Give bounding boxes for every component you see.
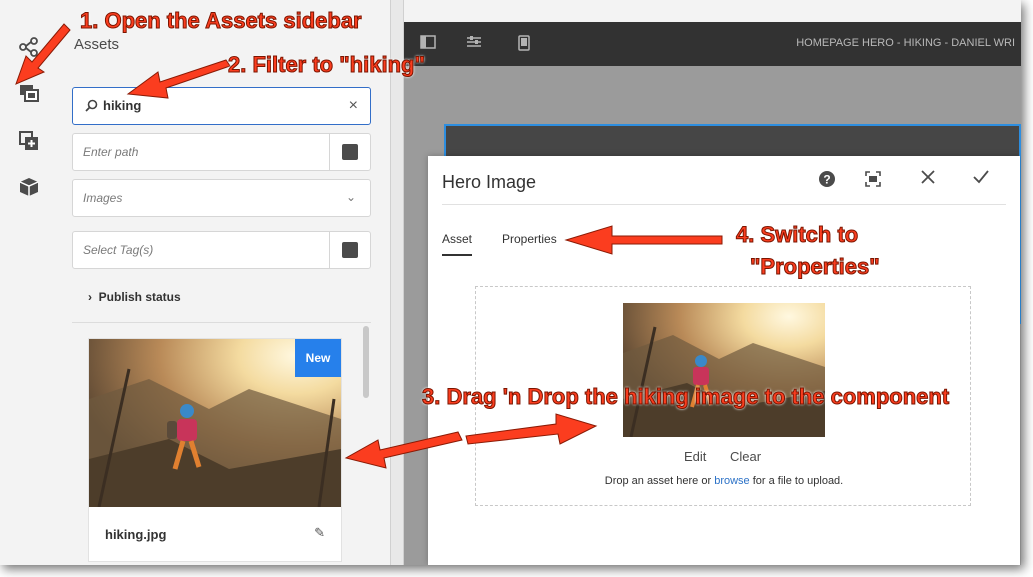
editor-toolbar: HOMEPAGE HERO - HIKING - DANIEL WRI bbox=[404, 22, 1021, 66]
dialog-header-divider bbox=[442, 204, 1006, 205]
annotation-step2: 2. Filter to "hiking" bbox=[228, 52, 426, 78]
hero-image-dialog: Hero Image ? Asset Properties Edit Clear… bbox=[428, 156, 1020, 565]
clear-image-button[interactable]: Clear bbox=[730, 449, 761, 464]
tab-properties[interactable]: Properties bbox=[502, 232, 557, 246]
side-rail bbox=[0, 0, 59, 565]
app-frame: Assets hiking × Enter path Images ⌄ Sele… bbox=[0, 0, 1021, 565]
page-title: HOMEPAGE HERO - HIKING - DANIEL WRI bbox=[796, 37, 1015, 49]
drop-hint-text-end: for a file to upload. bbox=[749, 475, 844, 487]
path-field[interactable]: Enter path bbox=[72, 133, 371, 171]
close-icon[interactable] bbox=[920, 169, 936, 190]
publish-status-label: Publish status bbox=[98, 290, 181, 304]
search-value: hiking bbox=[103, 98, 142, 113]
checkbox-icon bbox=[342, 242, 358, 258]
divider bbox=[72, 322, 371, 323]
dialog-title: Hero Image bbox=[442, 172, 537, 192]
annotation-step1: 1. Open the Assets sidebar bbox=[80, 8, 363, 34]
type-select-value: Images bbox=[83, 191, 123, 205]
dropped-image-preview bbox=[623, 303, 825, 437]
chevron-down-icon: ⌄ bbox=[345, 190, 356, 204]
clear-search-icon[interactable]: × bbox=[349, 97, 358, 115]
done-check-icon[interactable] bbox=[972, 169, 990, 190]
browse-link[interactable]: browse bbox=[714, 475, 749, 487]
annotation-step4-line1: 4. Switch to bbox=[735, 222, 859, 248]
tags-browse-button[interactable] bbox=[329, 232, 370, 268]
content-tree-icon[interactable] bbox=[18, 176, 42, 200]
components-icon[interactable] bbox=[18, 130, 42, 154]
drop-hint: Drop an asset here or browse for a file … bbox=[476, 475, 972, 487]
path-placeholder: Enter path bbox=[83, 145, 139, 159]
share-icon[interactable] bbox=[18, 36, 42, 60]
checkbox-icon bbox=[342, 144, 358, 160]
fullscreen-icon[interactable] bbox=[864, 170, 882, 193]
scrollbar-thumb[interactable] bbox=[363, 326, 369, 398]
asset-card[interactable]: New hiking.jpg ✎ bbox=[88, 338, 342, 562]
annotation-step4-line2: "Properties" bbox=[750, 254, 881, 280]
chevron-right-icon: › bbox=[88, 290, 92, 304]
panel-title: Assets bbox=[74, 36, 120, 53]
help-icon[interactable]: ? bbox=[818, 170, 836, 193]
panel-resize-handle[interactable] bbox=[390, 0, 404, 565]
annotation-step3: 3. Drag 'n Drop the hiking image to the … bbox=[421, 384, 950, 410]
edit-image-button[interactable]: Edit bbox=[684, 449, 706, 464]
emulator-icon[interactable] bbox=[516, 35, 532, 56]
type-select[interactable]: Images ⌄ bbox=[72, 179, 371, 217]
path-browse-button[interactable] bbox=[329, 134, 370, 170]
active-tab-indicator bbox=[442, 254, 472, 256]
edit-pencil-icon[interactable]: ✎ bbox=[314, 525, 325, 541]
assets-panel: Assets hiking × Enter path Images ⌄ Sele… bbox=[58, 0, 390, 565]
tab-asset[interactable]: Asset bbox=[442, 232, 472, 246]
tags-placeholder: Select Tag(s) bbox=[83, 243, 154, 257]
drop-hint-text: Drop an asset here or bbox=[604, 475, 715, 487]
search-input[interactable]: hiking × bbox=[72, 87, 371, 125]
assets-icon[interactable] bbox=[18, 82, 42, 106]
new-badge: New bbox=[295, 339, 341, 377]
search-icon bbox=[85, 99, 98, 117]
asset-filename: hiking.jpg bbox=[105, 527, 167, 542]
publish-status-toggle[interactable]: › Publish status bbox=[88, 290, 181, 304]
assets-scrollbar[interactable] bbox=[361, 322, 371, 565]
tags-field[interactable]: Select Tag(s) bbox=[72, 231, 371, 269]
page-properties-icon[interactable] bbox=[466, 35, 482, 54]
svg-text:?: ? bbox=[823, 173, 830, 187]
